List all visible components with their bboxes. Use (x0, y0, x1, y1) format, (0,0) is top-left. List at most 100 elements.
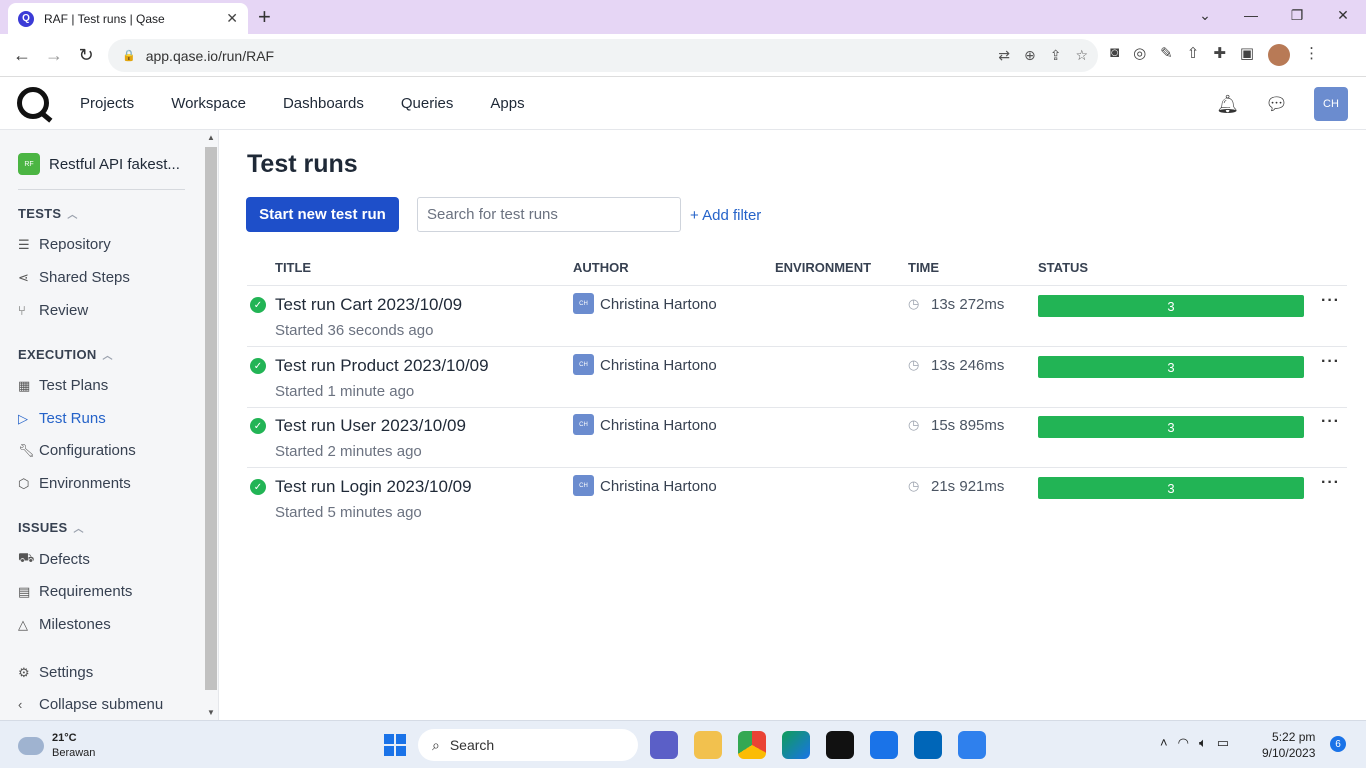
minimize-icon[interactable]: — (1228, 0, 1274, 30)
more-options-icon[interactable]: ··· (1321, 292, 1340, 310)
close-window-icon[interactable]: ✕ (1320, 0, 1366, 30)
section-execution[interactable]: EXECUTION ︿ (18, 347, 113, 362)
cloud-sun-icon (15, 733, 44, 755)
user-avatar[interactable]: CH (1314, 87, 1348, 121)
column-header-status[interactable]: STATUS (1038, 260, 1088, 275)
sidebar-item-milestones[interactable]: △ Milestones (18, 616, 111, 633)
scroll-up-icon[interactable]: ▲ (207, 133, 215, 142)
taskbar-search[interactable]: ⌕ Search (418, 729, 638, 761)
column-header-time[interactable]: TIME (908, 260, 939, 275)
side-panel-icon[interactable]: ▣ (1240, 44, 1254, 66)
run-title[interactable]: Test run Cart 2023/10/09 (275, 295, 462, 315)
chevron-down-icon[interactable]: ⌄ (1182, 0, 1228, 30)
url-text: app.qase.io/run/RAF (145, 47, 275, 64)
bookmark-star-icon[interactable]: ☆ (1075, 47, 1088, 64)
more-options-icon[interactable]: ··· (1321, 474, 1340, 492)
sidebar-item-repository[interactable]: ☰ Repository (18, 236, 111, 253)
reload-icon[interactable]: ↻ (70, 39, 102, 71)
sidebar-item-settings[interactable]: ⚙ Settings (18, 664, 93, 681)
bell-icon[interactable]: 🔔︎ (1216, 94, 1239, 115)
sidebar-item-test-plans[interactable]: ▦ Test Plans (18, 377, 108, 394)
status-bar: 3 (1038, 356, 1304, 378)
chrome-icon[interactable] (738, 731, 766, 759)
windows-start-icon[interactable] (384, 734, 406, 756)
scrollbar-thumb[interactable] (205, 147, 217, 690)
run-title[interactable]: Test run User 2023/10/09 (275, 416, 466, 436)
project-selector[interactable]: RF Restful API fakest... (18, 153, 180, 175)
table-row[interactable]: ✓ Test run Cart 2023/10/09 Started 36 se… (247, 286, 1347, 347)
restore-icon[interactable]: ❐ (1274, 0, 1320, 30)
run-title[interactable]: Test run Login 2023/10/09 (275, 477, 472, 497)
sidebar-item-shared-steps[interactable]: ⋖ Shared Steps (18, 269, 130, 286)
app-store-icon[interactable] (826, 731, 854, 759)
more-options-icon[interactable]: ··· (1321, 413, 1340, 431)
new-tab-icon[interactable]: + (258, 4, 271, 30)
weather-temp: 21°C (52, 732, 77, 744)
chevron-up-icon: ︿ (67, 210, 78, 221)
column-header-author[interactable]: AUTHOR (573, 260, 629, 275)
document-icon: ▤ (18, 583, 31, 599)
sidebar-item-review[interactable]: ⑂ Review (18, 302, 88, 319)
browser-tab-bar: Q RAF | Test runs | Qase ✕ + ⌄ — ❐ ✕ (0, 0, 1366, 34)
zoom-icon[interactable]: ⊕ (1024, 47, 1036, 64)
circle-extension-icon[interactable]: ◎ (1133, 44, 1146, 66)
sidebar-item-requirements[interactable]: ▤ Requirements (18, 583, 132, 600)
column-header-title[interactable]: TITLE (275, 260, 311, 275)
column-header-environment[interactable]: ENVIRONMENT (775, 260, 871, 275)
sidebar-item-defects[interactable]: ⛟ Defects (18, 550, 90, 568)
teams-chat-icon[interactable] (650, 731, 678, 759)
run-title[interactable]: Test run Product 2023/10/09 (275, 356, 489, 376)
sidebar-item-configurations[interactable]: 🔧︎ Configurations (18, 442, 136, 459)
wifi-icon[interactable]: ◠ (1178, 735, 1189, 751)
run-author: Christina Hartono (600, 417, 717, 434)
taskbar-search-label: Search (449, 737, 495, 753)
photos-icon[interactable] (958, 731, 986, 759)
notepad-icon[interactable] (870, 731, 898, 759)
upload-extension-icon[interactable]: ⇧ (1187, 44, 1200, 66)
search-input[interactable] (417, 197, 681, 232)
back-icon[interactable]: ← (6, 39, 38, 71)
sidebar-item-environments[interactable]: ⬡ Environments (18, 475, 131, 492)
close-tab-icon[interactable]: ✕ (226, 10, 238, 27)
puzzle-extensions-icon[interactable]: ✚ (1213, 44, 1226, 66)
taskbar-clock[interactable]: 5:22 pm 9/10/2023 (1262, 729, 1315, 761)
notification-badge[interactable]: 6 (1330, 736, 1346, 752)
sidebar-scrollbar[interactable]: ▲ ▼ (205, 133, 217, 717)
nav-dashboards[interactable]: Dashboards (283, 95, 364, 112)
edge-icon[interactable] (782, 731, 810, 759)
sidebar-item-test-runs[interactable]: ▷ Test Runs (18, 410, 106, 427)
section-issues[interactable]: ISSUES ︿ (18, 520, 84, 535)
weather-widget[interactable]: 21°C Berawan (15, 731, 95, 761)
vscode-icon[interactable] (914, 731, 942, 759)
nav-projects[interactable]: Projects (80, 95, 134, 112)
window-controls: ⌄ — ❐ ✕ (1182, 0, 1366, 34)
share-icon[interactable]: ⇪ (1050, 47, 1062, 64)
add-filter-link[interactable]: + Add filter (690, 207, 761, 224)
battery-icon[interactable]: ▭ (1217, 735, 1229, 751)
table-row[interactable]: ✓ Test run User 2023/10/09 Started 2 min… (247, 407, 1347, 468)
start-new-test-run-button[interactable]: Start new test run (246, 197, 399, 232)
translate-icon[interactable]: ⇄ (998, 47, 1010, 64)
chat-icon[interactable]: 💬︎ (1265, 94, 1288, 115)
camera-extension-icon[interactable]: ◙ (1110, 44, 1119, 66)
scroll-down-icon[interactable]: ▼ (207, 708, 215, 717)
more-options-icon[interactable]: ··· (1321, 353, 1340, 371)
forward-icon[interactable]: → (38, 39, 70, 71)
chevron-up-icon[interactable]: ˄ (1160, 735, 1168, 751)
volume-icon[interactable]: 🔈︎ (1199, 735, 1207, 751)
kebab-menu-icon[interactable]: ⋮ (1304, 44, 1319, 66)
qase-logo[interactable] (17, 87, 49, 119)
table-row[interactable]: ✓ Test run Product 2023/10/09 Started 1 … (247, 347, 1347, 408)
browser-tab[interactable]: Q RAF | Test runs | Qase ✕ (8, 3, 248, 34)
profile-avatar[interactable] (1268, 44, 1291, 66)
collapse-submenu-button[interactable]: ‹ Collapse submenu (18, 696, 163, 713)
clock-icon: ◷ (908, 478, 920, 493)
section-tests[interactable]: TESTS ︿ (18, 206, 78, 221)
pen-extension-icon[interactable]: ✎ (1160, 44, 1173, 66)
nav-queries[interactable]: Queries (401, 95, 454, 112)
nav-workspace[interactable]: Workspace (171, 95, 246, 112)
file-explorer-icon[interactable] (694, 731, 722, 759)
url-input[interactable]: 🔒 app.qase.io/run/RAF ⇄ ⊕ ⇪ ☆ (108, 39, 1098, 72)
nav-apps[interactable]: Apps (490, 95, 524, 112)
table-row[interactable]: ✓ Test run Login 2023/10/09 Started 5 mi… (247, 468, 1347, 529)
